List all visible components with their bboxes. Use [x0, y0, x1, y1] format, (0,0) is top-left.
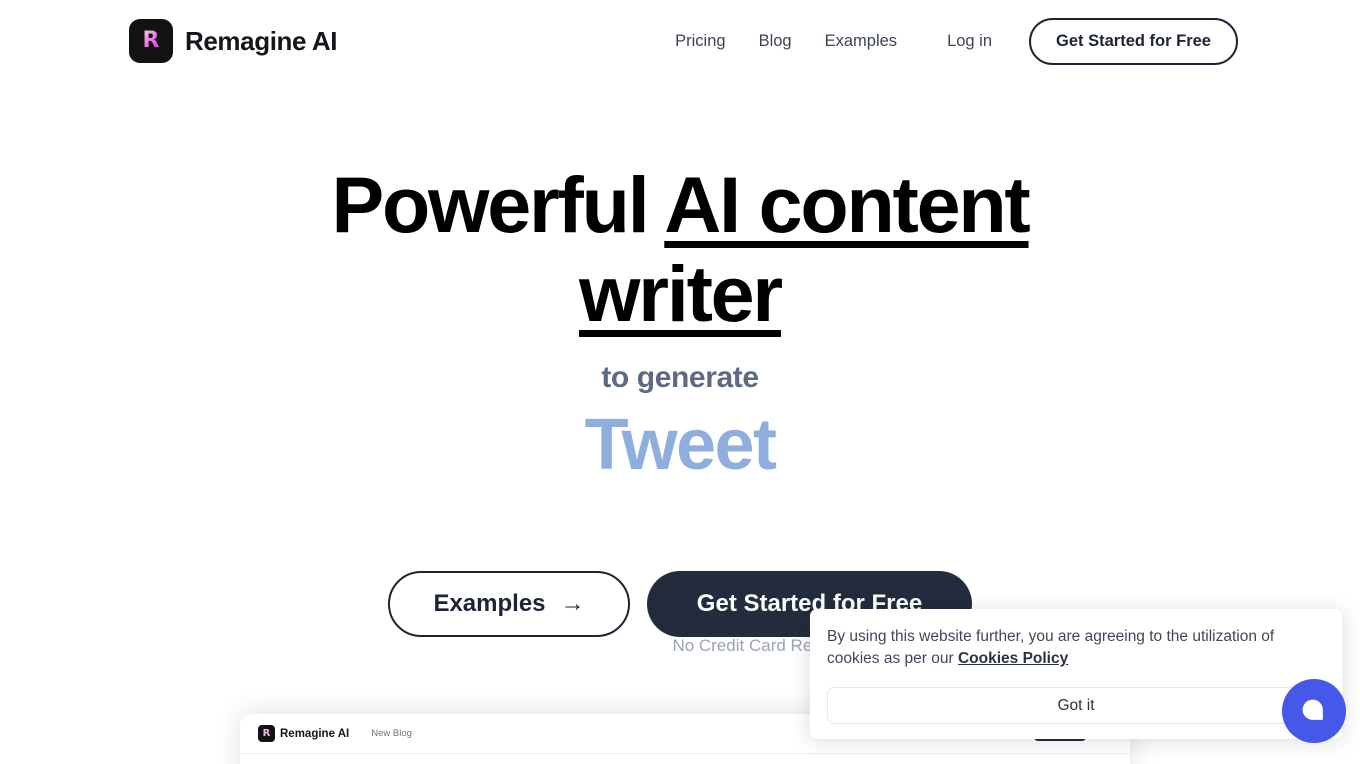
app-preview-brand[interactable]: R Remagine AI — [258, 725, 349, 742]
nav-item-examples[interactable]: Examples — [825, 32, 897, 51]
header-get-started-button[interactable]: Get Started for Free — [1029, 17, 1238, 65]
arrow-right-icon: → — [560, 590, 585, 617]
examples-button[interactable]: Examples → — [388, 571, 630, 637]
login-link[interactable]: Log in — [947, 32, 992, 51]
hero-subline: to generate — [601, 360, 759, 394]
nav-item-pricing[interactable]: Pricing — [675, 32, 725, 51]
brand-name: Remagine AI — [185, 25, 338, 56]
cookie-consent-banner: By using this website further, you are a… — [810, 609, 1342, 739]
cookie-message: By using this website further, you are a… — [827, 626, 1325, 670]
brand-mark-letter: R — [142, 28, 160, 53]
chat-bubble-icon — [1301, 698, 1327, 724]
headline-lead: Powerful — [331, 160, 665, 249]
hero-rotating-word: Tweet — [584, 404, 777, 485]
remagine-logo-icon-small: R — [258, 725, 275, 742]
remagine-logo-icon: R — [129, 19, 173, 63]
app-preview-tab-new-blog[interactable]: New Blog — [371, 728, 412, 739]
app-preview-brand-name: Remagine AI — [280, 727, 350, 740]
cookies-policy-link[interactable]: Cookies Policy — [958, 650, 1068, 667]
hero-section: Powerful AI content writer to generate T… — [0, 160, 1360, 485]
site-header: R Remagine AI Pricing Blog Examples Log … — [0, 0, 1360, 82]
app-preview-mark-letter: R — [262, 727, 271, 739]
page-title: Powerful AI content writer — [285, 160, 1075, 339]
primary-nav: Pricing Blog Examples — [675, 32, 897, 51]
examples-button-label: Examples — [433, 590, 546, 617]
chat-widget-button[interactable] — [1282, 679, 1346, 743]
cookie-accept-button[interactable]: Got it — [827, 687, 1325, 724]
nav-item-blog[interactable]: Blog — [759, 32, 792, 51]
brand-logo[interactable]: R Remagine AI — [129, 19, 338, 63]
